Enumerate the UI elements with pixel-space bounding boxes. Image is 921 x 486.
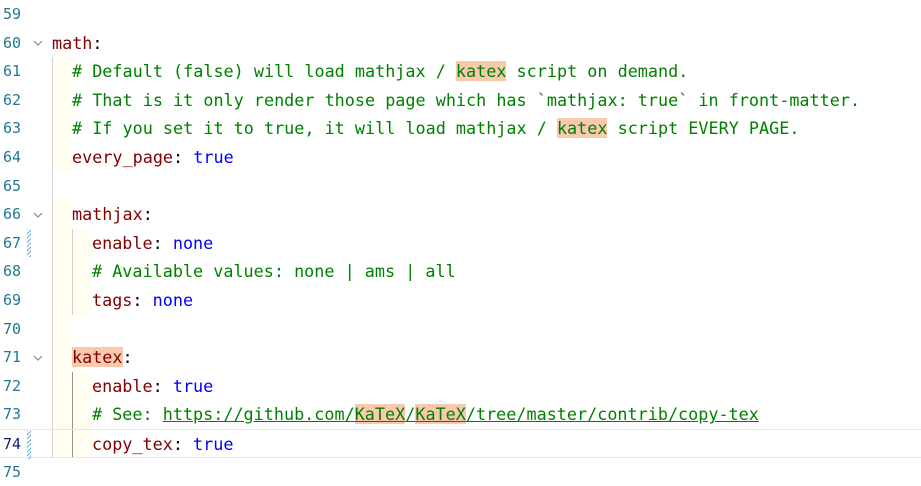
search-match-highlight: katex bbox=[455, 61, 507, 82]
yaml-key: copy_tex bbox=[92, 434, 173, 454]
modified-line-indicator[interactable] bbox=[27, 430, 31, 459]
code-line[interactable]: 59 bbox=[0, 0, 921, 29]
comment-text: script EVERY PAGE. bbox=[607, 118, 800, 139]
search-match-highlight[interactable]: KaTeX bbox=[354, 404, 406, 425]
yaml-key: enable bbox=[92, 232, 153, 253]
colon: : bbox=[152, 232, 173, 253]
code-line[interactable]: 75 bbox=[0, 458, 921, 481]
colon: : bbox=[122, 347, 133, 368]
yaml-key: enable bbox=[92, 375, 153, 396]
line-number: 59 bbox=[2, 5, 21, 23]
line-number: 73 bbox=[2, 405, 21, 424]
yaml-key: every_page bbox=[72, 147, 174, 167]
chevron-down-icon[interactable] bbox=[32, 200, 44, 229]
line-number: 70 bbox=[2, 319, 21, 338]
code-line[interactable]: 71 katex: bbox=[0, 343, 921, 372]
search-match-highlight: katex bbox=[556, 118, 608, 139]
yaml-pair: copy_tex: true bbox=[92, 430, 233, 459]
code-line[interactable]: 66 mathjax: bbox=[0, 200, 921, 229]
search-match-highlight[interactable]: KaTeX bbox=[415, 404, 466, 425]
yaml-pair: tags: none bbox=[92, 286, 193, 315]
line-number: 62 bbox=[2, 90, 21, 109]
code-line[interactable]: 67 enable: none bbox=[0, 228, 921, 258]
yaml-pair: enable: none bbox=[92, 229, 213, 258]
code-line[interactable]: 69 tags: none bbox=[0, 286, 921, 315]
code-line[interactable]: 68 # Available values: none | ams | all bbox=[0, 257, 921, 286]
yaml-value: none bbox=[172, 232, 214, 253]
line-number: 65 bbox=[2, 176, 21, 195]
line-number: 63 bbox=[2, 119, 21, 138]
line-number: 69 bbox=[2, 291, 21, 309]
yaml-key: tags bbox=[92, 290, 133, 310]
code-editor[interactable]: 59 60 math: 61 # Default (false) will lo… bbox=[0, 0, 921, 481]
line-number: 64 bbox=[2, 148, 21, 166]
yaml-value: true bbox=[193, 147, 234, 167]
comment-text: # That is it only render those page whic… bbox=[72, 89, 861, 110]
github-link[interactable]: /tree/master/contrib/copy-tex bbox=[466, 404, 759, 424]
chevron-down-icon[interactable] bbox=[32, 343, 44, 372]
github-link[interactable]: / bbox=[405, 404, 415, 424]
github-link[interactable]: https://github.com/ bbox=[163, 404, 355, 424]
yaml-value: true bbox=[193, 434, 234, 454]
code-line[interactable]: 64 every_page: true bbox=[0, 143, 921, 172]
line-number: 67 bbox=[2, 233, 21, 252]
yaml-key: mathjax bbox=[72, 204, 143, 225]
yaml-pair: enable: true bbox=[92, 372, 213, 401]
colon: : bbox=[152, 375, 173, 396]
yaml-value: none bbox=[152, 290, 194, 310]
colon: : bbox=[142, 204, 153, 225]
comment-text: script on demand. bbox=[506, 61, 689, 82]
comment-text: # If you set it to true, it will load ma… bbox=[72, 118, 557, 139]
comment-text: # See: bbox=[92, 404, 163, 425]
yaml-key-line: mathjax: bbox=[72, 200, 153, 229]
line-number: 61 bbox=[2, 62, 21, 81]
yaml-value: true bbox=[172, 375, 214, 396]
comment-text: # Default (false) will load mathjax / bbox=[72, 61, 456, 82]
line-number: 74 bbox=[2, 435, 21, 453]
code-line[interactable]: 73 # See: https://github.com/KaTeX/KaTeX… bbox=[0, 400, 921, 429]
line-number: 75 bbox=[2, 462, 21, 481]
yaml-key: math bbox=[52, 32, 93, 53]
code-line[interactable]: 61 # Default (false) will load mathjax /… bbox=[0, 57, 921, 86]
chevron-down-icon[interactable] bbox=[32, 29, 44, 58]
line-number: 60 bbox=[2, 33, 21, 52]
code-line[interactable]: 62 # That is it only render those page w… bbox=[0, 86, 921, 115]
code-line[interactable]: 72 enable: true bbox=[0, 372, 921, 401]
comment-line: # Default (false) will load mathjax / ka… bbox=[72, 57, 688, 86]
comment-text: # Available values: none | ams | all bbox=[92, 261, 456, 282]
line-number: 72 bbox=[2, 376, 21, 395]
line-number: 71 bbox=[2, 348, 21, 367]
search-match-highlight: katex bbox=[72, 347, 123, 368]
code-line[interactable]: 70 bbox=[0, 315, 921, 344]
modified-line-indicator[interactable] bbox=[27, 228, 31, 258]
line-number: 66 bbox=[2, 205, 21, 224]
colon: : bbox=[172, 434, 194, 454]
code-line[interactable]: 63 # If you set it to true, it will load… bbox=[0, 114, 921, 143]
colon: : bbox=[173, 147, 194, 167]
code-line[interactable]: 65 bbox=[0, 172, 921, 201]
line-number: 68 bbox=[2, 262, 21, 281]
comment-line: # See: https://github.com/KaTeX/KaTeX/tr… bbox=[92, 400, 759, 429]
yaml-key-line: math: bbox=[52, 29, 103, 58]
colon: : bbox=[92, 32, 103, 53]
comment-line: # If you set it to true, it will load ma… bbox=[72, 114, 799, 143]
yaml-key-line: katex: bbox=[72, 343, 133, 372]
colon: : bbox=[132, 290, 153, 310]
current-line[interactable]: 74 copy_tex: true bbox=[0, 429, 921, 459]
yaml-pair: every_page: true bbox=[72, 143, 234, 172]
code-line[interactable]: 60 math: bbox=[0, 29, 921, 58]
